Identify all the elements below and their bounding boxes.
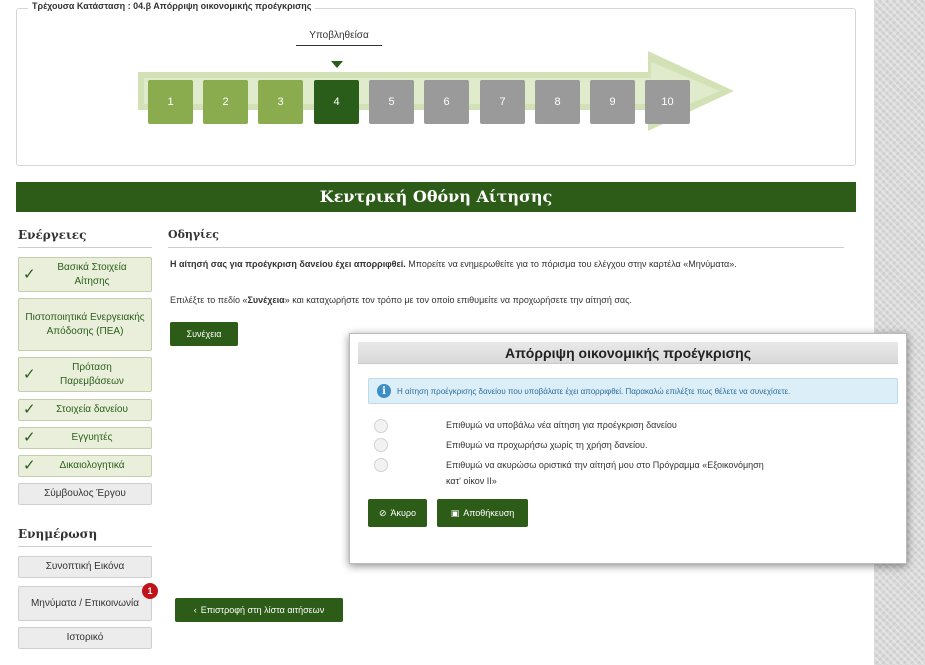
step-3: 3 (258, 80, 303, 124)
instructions-title: Οδηγίες (168, 228, 844, 248)
information-title: Ενημέρωση (18, 527, 152, 547)
option-cancel-application-label: Επιθυμώ να ακυρώσω οριστικά την αίτησή μ… (446, 460, 764, 470)
instructions-line-2: Επιλέξτε το πεδίο «Συνέχεια» και καταχωρ… (170, 295, 632, 305)
info-icon: i (377, 384, 391, 398)
status-legend: Τρέχουσα Κατάσταση : 04.β Απόρριψη οικον… (28, 1, 316, 11)
ban-icon: ⊘ (378, 507, 387, 518)
sidebar-item-label: Πιστοποιητικά Ενεργειακής Απόδοσης (ΠΕΑ) (25, 312, 145, 337)
sidebar-item-label: Μηνύματα / Επικοινωνία (30, 597, 140, 609)
option-cancel-application-label-cont: κατ' οίκον ΙΙ» (446, 476, 497, 486)
rejection-notice: Η αίτησή σας για προέγκριση δανείου έχει… (170, 259, 406, 269)
sidebar-item-history[interactable]: Ιστορικό (18, 627, 152, 649)
step-4: 4 (314, 80, 359, 124)
instructions-line-1: Η αίτησή σας για προέγκριση δανείου έχει… (170, 259, 737, 269)
sidebar-item-guarantors[interactable]: ✓ Εγγυητές (18, 427, 152, 449)
sidebar-item-label: Δικαιολογητικά (59, 460, 125, 472)
sidebar-item-overview[interactable]: Συνοπτική Εικόνα (18, 556, 152, 578)
save-button[interactable]: ▣ Αποθήκευση (437, 499, 528, 527)
sidebar-item-label: Πρόταση Παρεμβάσεων (60, 362, 124, 387)
back-to-list-button[interactable]: ‹ Επιστροφή στη λίστα αιτήσεων (175, 598, 343, 622)
sidebar-item-loan-details[interactable]: ✓ Στοιχεία δανείου (18, 399, 152, 421)
instructions-highlight: Συνέχεια (247, 295, 285, 305)
sidebar-item-project-advisor[interactable]: Σύμβουλος Έργου (18, 483, 152, 505)
check-icon: ✓ (23, 400, 36, 418)
dialog-title: Απόρριψη οικονομικής προέγκρισης (358, 342, 898, 364)
chevron-left-icon: ‹ (193, 605, 197, 615)
unread-count-badge: 1 (142, 583, 158, 599)
step-6: 6 (424, 80, 469, 124)
step-1: 1 (148, 80, 193, 124)
page-title: Κεντρική Οθόνη Αίτησης (16, 182, 856, 212)
step-2: 2 (203, 80, 248, 124)
cancel-button-label: Άκυρο (390, 508, 417, 518)
info-alert: i Η αίτηση προέγκρισης δανείου που υποβά… (368, 378, 898, 404)
radio-without-loan[interactable] (374, 438, 388, 452)
sidebar-item-label: Συνοπτική Εικόνα (45, 561, 125, 573)
instructions-text: » και καταχωρήστε τον τρόπο με τον οποίο… (284, 295, 632, 305)
instructions-text: Επιλέξτε το πεδίο « (170, 295, 248, 305)
rejection-dialog: Απόρριψη οικονομικής προέγκρισης i Η αίτ… (349, 333, 907, 564)
option-new-application-label: Επιθυμώ να υποβάλω νέα αίτηση για προέγκ… (446, 420, 677, 430)
check-icon: ✓ (23, 428, 36, 446)
radio-new-application[interactable] (374, 419, 388, 433)
radio-cancel-application[interactable] (374, 458, 388, 472)
option-without-loan-label: Επιθυμώ να προχωρήσω χωρίς τη χρήση δανε… (446, 440, 648, 450)
sidebar-item-label: Σύμβουλος Έργου (44, 488, 126, 500)
step-5: 5 (369, 80, 414, 124)
continue-button[interactable]: Συνέχεια (170, 322, 238, 346)
rejection-details: Μπορείτε να ενημερωθείτε για το πόρισμα … (405, 259, 737, 269)
check-icon: ✓ (23, 365, 36, 383)
sidebar-item-label: Στοιχεία δανείου (56, 404, 128, 416)
actions-title: Ενέργειες (18, 228, 152, 248)
sidebar-item-basic-info[interactable]: ✓ Βασικά Στοιχεία Αίτησης (18, 257, 152, 292)
sidebar-item-label: Ιστορικό (66, 632, 104, 644)
save-icon: ▣ (450, 507, 460, 518)
sidebar-item-label: Εγγυητές (71, 432, 113, 444)
step-9: 9 (590, 80, 635, 124)
sidebar-item-energy-certificates[interactable]: Πιστοποιητικά Ενεργειακής Απόδοσης (ΠΕΑ) (18, 298, 152, 351)
continue-button-label: Συνέχεια (186, 329, 222, 339)
save-button-label: Αποθήκευση (463, 508, 515, 518)
sidebar-item-label: Βασικά Στοιχεία Αίτησης (57, 262, 127, 287)
back-to-list-label: Επιστροφή στη λίστα αιτήσεων (200, 605, 325, 615)
sidebar-item-interventions[interactable]: ✓ Πρόταση Παρεμβάσεων (18, 357, 152, 392)
status-sub-label: Υποβληθείσα (296, 30, 382, 46)
sidebar-item-documents[interactable]: ✓ Δικαιολογητικά (18, 455, 152, 477)
step-8: 8 (535, 80, 580, 124)
step-7: 7 (480, 80, 525, 124)
step-10: 10 (645, 80, 690, 124)
check-icon: ✓ (23, 456, 36, 474)
info-alert-text: Η αίτηση προέγκρισης δανείου που υποβάλα… (397, 386, 791, 396)
cancel-button[interactable]: ⊘ Άκυρο (368, 499, 427, 527)
sidebar-item-messages[interactable]: Μηνύματα / Επικοινωνία 1 (18, 583, 158, 621)
check-icon: ✓ (23, 265, 36, 283)
